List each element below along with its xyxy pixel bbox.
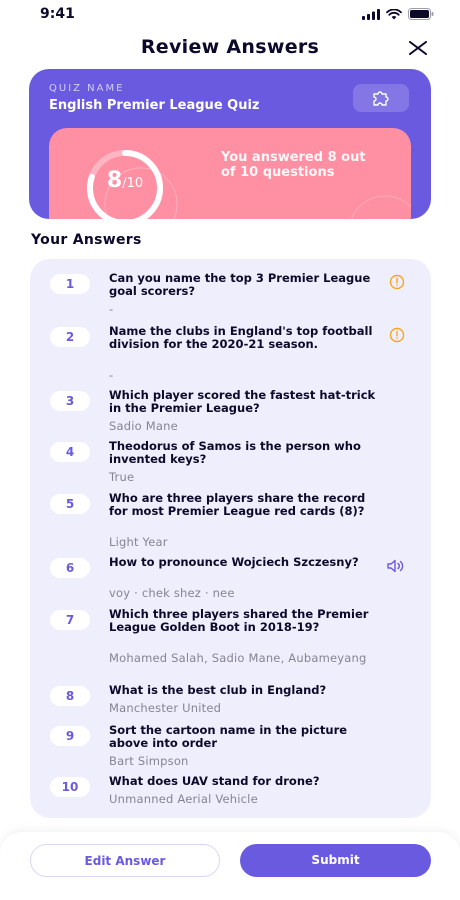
question-number: 1 [50, 274, 90, 294]
bottom-action-bar: Edit Answer Submit [0, 832, 460, 900]
submit-button[interactable]: Submit [240, 844, 431, 877]
answer-text: - [109, 368, 114, 382]
speaker-icon [387, 559, 404, 573]
header: Review Answers [0, 28, 460, 68]
question-number: 6 [50, 558, 90, 578]
warning-indicator [384, 325, 410, 345]
question-number: 8 [50, 686, 90, 706]
question-text: What is the best club in England? [109, 683, 327, 697]
answer-text: Unmanned Aerial Vehicle [109, 792, 258, 806]
question-number: 9 [50, 726, 90, 746]
question-text: How to pronounce Wojciech Szczesny? [109, 555, 359, 569]
page-title: Review Answers [140, 36, 320, 58]
question-text: Name the clubs in England's top football… [109, 324, 373, 351]
question-text: Can you name the top 3 Premier League go… [109, 271, 371, 298]
answer-text: voy · chek shez · nee [109, 586, 235, 600]
answer-text: Mohamed Salah, Sadio Mane, Aubameyang [109, 651, 367, 665]
battery-icon [408, 8, 434, 20]
score-message: You answered 8 out of 10 questions [221, 150, 366, 180]
warning-icon [389, 274, 405, 290]
answer-text: Light Year [109, 535, 168, 549]
warning-icon [389, 327, 405, 343]
close-icon [409, 41, 427, 55]
answers-title: Your Answers [31, 232, 142, 248]
play-pronunciation-button[interactable] [384, 556, 410, 576]
answer-text: True [109, 470, 135, 484]
quiz-category-button[interactable] [353, 84, 409, 112]
answer-text: Sadio Mane [109, 419, 178, 433]
question-text: Which three players shared the Premier L… [109, 607, 369, 634]
question-number: 3 [50, 391, 90, 411]
status-icons [362, 8, 434, 20]
status-time: 9:41 [40, 6, 75, 22]
signal-icon [362, 8, 380, 20]
question-number: 2 [50, 327, 90, 347]
score-value: 8 [106, 168, 123, 193]
answers-panel: 1 Can you name the top 3 Premier League g… [30, 259, 431, 818]
question-number: 5 [50, 494, 90, 514]
warning-indicator [384, 272, 410, 292]
answer-text: Bart Simpson [109, 754, 189, 768]
question-text: Sort the cartoon name in the picture abo… [109, 723, 348, 750]
close-button[interactable] [406, 36, 430, 60]
question-text: What does UAV stand for drone? [109, 774, 320, 788]
quiz-card: QUIZ NAME English Premier League Quiz 8/… [29, 69, 431, 219]
score-card: 8/10 You answered 8 out of 10 questions [49, 128, 411, 219]
question-number: 4 [50, 442, 90, 462]
quiz-name-label: QUIZ NAME [49, 83, 125, 94]
question-text: Who are three players share the record f… [109, 491, 366, 518]
quiz-name: English Premier League Quiz [49, 98, 260, 113]
status-bar: 9:41 [0, 0, 460, 28]
score-total: /10 [122, 176, 144, 191]
wifi-icon [386, 8, 402, 19]
answer-text: - [109, 302, 114, 316]
edit-answer-button[interactable]: Edit Answer [30, 844, 220, 877]
score-text: 8/10 [83, 168, 167, 193]
answer-text: Manchester United [109, 701, 222, 715]
question-text: Theodorus of Samos is the person who inv… [109, 439, 361, 466]
question-text: Which player scored the fastest hat-tric… [109, 388, 376, 415]
question-number: 10 [50, 777, 90, 797]
question-number: 7 [50, 610, 90, 630]
puzzle-icon [373, 91, 389, 106]
